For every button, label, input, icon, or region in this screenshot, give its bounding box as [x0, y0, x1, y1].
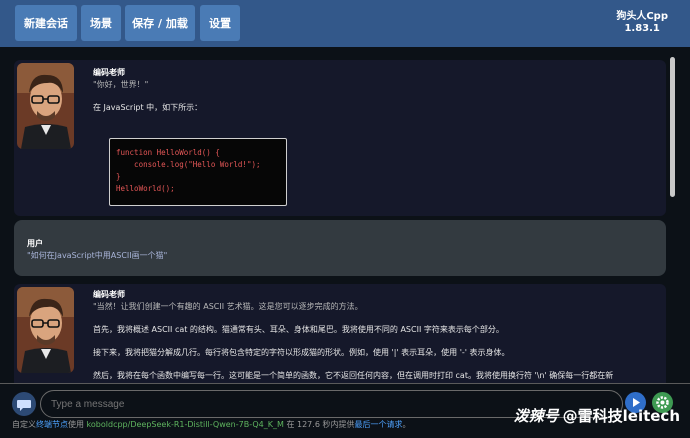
- scenarios-button[interactable]: 场景: [81, 5, 121, 41]
- message-quote: "如何在JavaScript中用ASCII画一个猫": [27, 251, 168, 260]
- message-content: 编码老师 "你好，世界！" 在 JavaScript 中，如下所示：: [93, 67, 656, 114]
- speaker-name: 编码老师: [93, 290, 125, 299]
- save-load-button[interactable]: 保存 / 加载: [125, 5, 195, 41]
- app-version: 1.83.1: [624, 23, 660, 34]
- message-paragraph: 首先，我将概述 ASCII cat 的结构。猫通常有头、耳朵、身体和尾巴。我将使…: [93, 325, 504, 334]
- code-line: function HelloWorld() {: [116, 148, 220, 157]
- message-paragraph: 接下来，我将把猫分解成几行。每行将包含特定的字符以形成猫的形状。例如，使用 '|…: [93, 348, 510, 357]
- avatar: [17, 287, 74, 373]
- watermark-text: @雷科技leitech: [562, 407, 680, 425]
- status-footer: 自定义终端节点使用 koboldcpp/DeepSeek-R1-Distill-…: [12, 419, 410, 430]
- app-title: 狗头人Cpp: [616, 11, 668, 22]
- footer-prefix: 自定义: [12, 420, 36, 429]
- chat-bubble-icon[interactable]: [12, 392, 36, 416]
- ai-message: 编码老师 "你好，世界！" 在 JavaScript 中，如下所示： funct…: [14, 60, 666, 216]
- message-quote: "当然！让我们创建一个有趣的 ASCII 艺术猫。这是您可以逐步完成的方法。: [93, 302, 363, 311]
- new-chat-button[interactable]: 新建会话: [15, 5, 77, 41]
- ai-message: 编码老师 "当然！让我们创建一个有趣的 ASCII 艺术猫。这是您可以逐步完成的…: [14, 284, 666, 383]
- footer-suffix: 。: [402, 420, 411, 429]
- chat-area[interactable]: 编码老师 "你好，世界！" 在 JavaScript 中，如下所示： funct…: [0, 47, 690, 383]
- message-paragraph: 然后，我将在每个函数中编写每一行。这可能是一个简单的函数，它不返回任何内容，但在…: [93, 371, 614, 380]
- speaker-name: 用户: [27, 239, 43, 248]
- input-divider: [0, 383, 690, 384]
- code-line: HelloWorld();: [116, 184, 175, 193]
- footer-text: 使用: [68, 420, 87, 429]
- message-content: 用户 "如何在JavaScript中用ASCII画一个猫": [27, 238, 656, 262]
- brand: 狗头人Cpp 1.83.1: [616, 11, 668, 35]
- top-nav-bar: 新建会话 场景 保存 / 加载 设置 狗头人Cpp 1.83.1: [0, 0, 690, 47]
- settings-nav-button[interactable]: 设置: [200, 5, 240, 41]
- message-quote: "你好，世界！": [93, 80, 149, 89]
- message-text: 在 JavaScript 中，如下所示：: [93, 103, 203, 112]
- watermark: 泼辣号 @雷科技leitech: [514, 405, 680, 426]
- message-content: 编码老师 "当然！让我们创建一个有趣的 ASCII 艺术猫。这是您可以逐步完成的…: [93, 289, 656, 382]
- endpoint-link[interactable]: 终端节点: [36, 420, 68, 429]
- speaker-name: 编码老师: [93, 68, 125, 77]
- code-block: function HelloWorld() { console.log("Hel…: [109, 138, 287, 206]
- user-message: 用户 "如何在JavaScript中用ASCII画一个猫": [14, 220, 666, 276]
- code-line: console.log("Hello World!");: [116, 160, 261, 169]
- model-name: koboldcpp/DeepSeek-R1-Distill-Qwen-7B-Q4…: [86, 420, 284, 429]
- code-line: }: [116, 172, 121, 181]
- avatar: [17, 63, 74, 149]
- footer-text: 在 127.6 秒内提供: [283, 420, 355, 429]
- watermark-logo: 泼辣号: [513, 407, 559, 425]
- chat-scrollbar[interactable]: [670, 57, 675, 197]
- last-request-link[interactable]: 最后一个请求: [354, 420, 402, 429]
